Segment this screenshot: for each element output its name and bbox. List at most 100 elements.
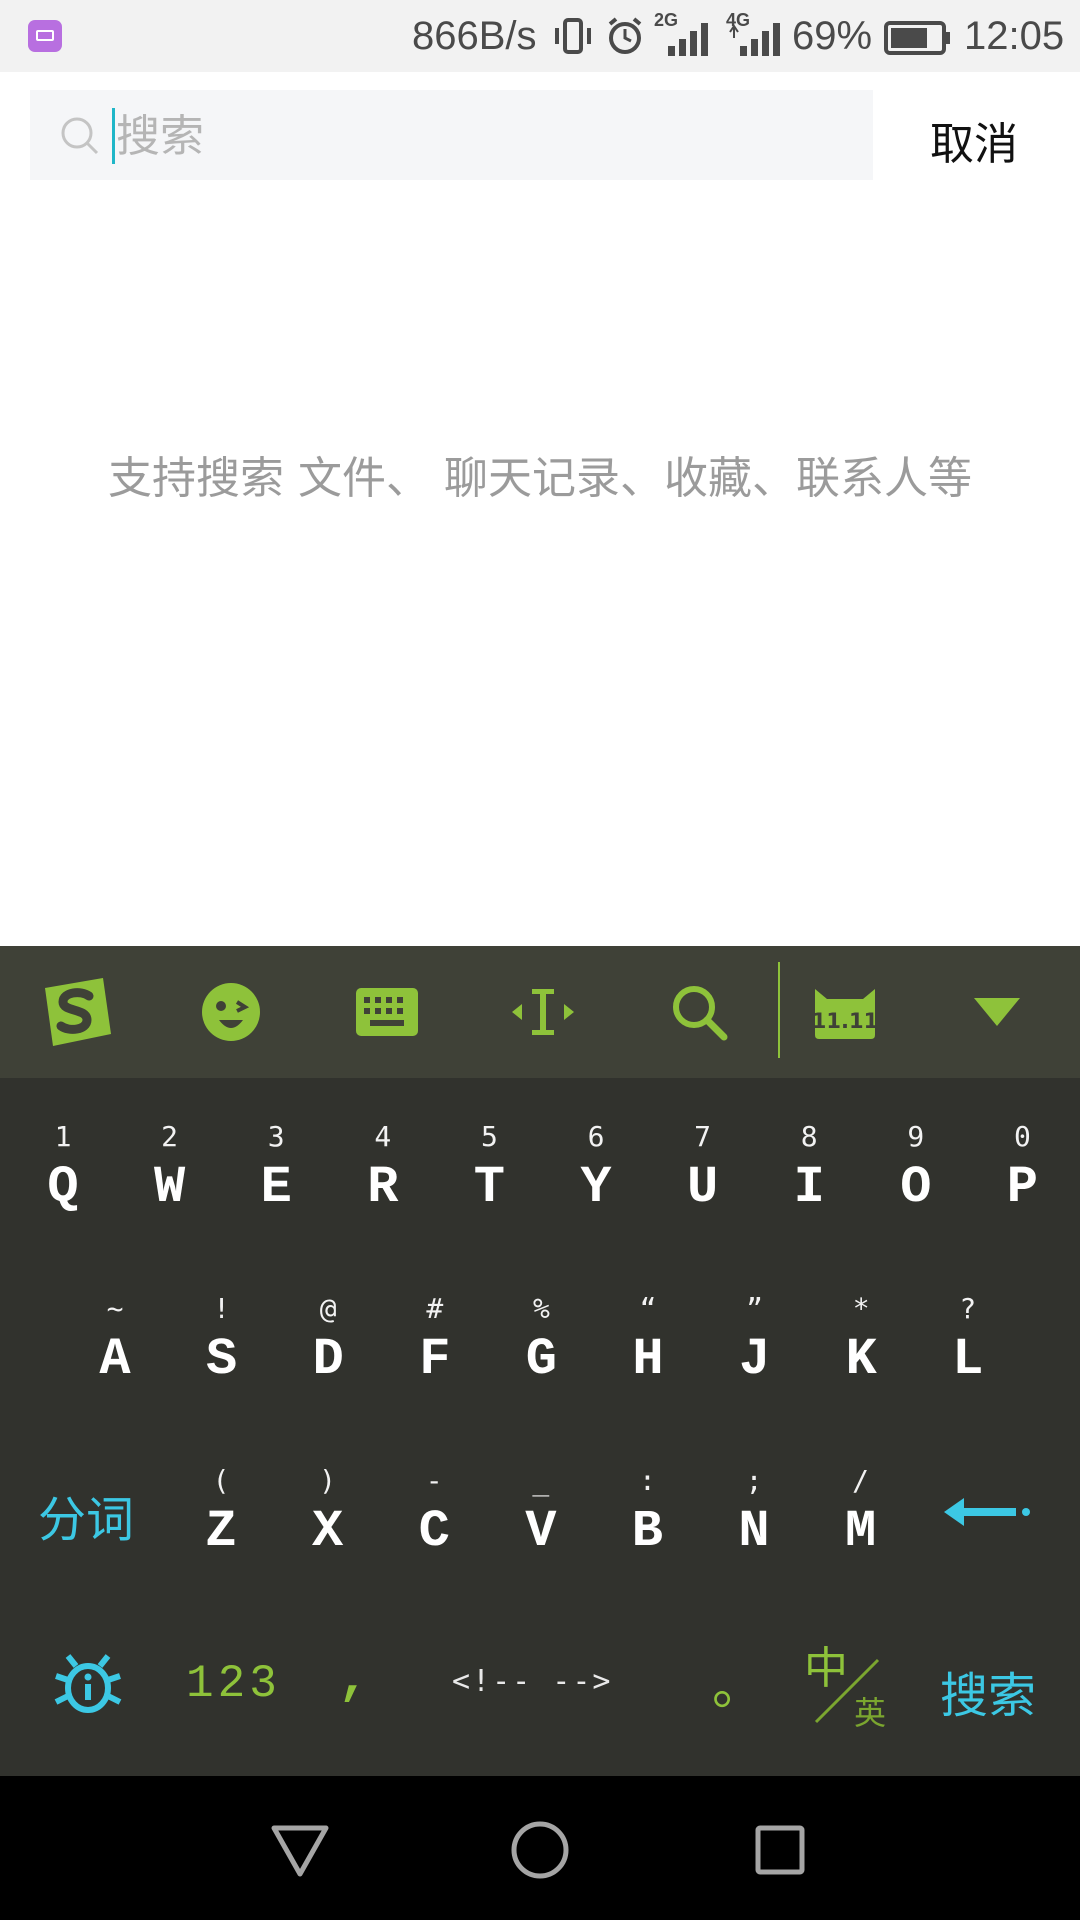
key-primary-label: T xyxy=(473,1158,505,1217)
status-bar: 866B/s 2G 4G 69% 12:05 xyxy=(0,0,1080,72)
search-key[interactable]: 搜索 xyxy=(940,1656,1036,1726)
key-y[interactable]: 6Y xyxy=(548,1094,644,1244)
keyboard-icon[interactable] xyxy=(342,970,432,1054)
text-cursor xyxy=(112,108,115,164)
key-o[interactable]: 9O xyxy=(868,1094,964,1244)
key-e[interactable]: 3E xyxy=(228,1094,324,1244)
emoji-icon[interactable] xyxy=(186,970,276,1054)
key-secondary-label: “ xyxy=(639,1292,657,1325)
key-k[interactable]: * K xyxy=(813,1266,909,1416)
key-m[interactable]: / M xyxy=(813,1438,909,1588)
key-f[interactable]: # F xyxy=(387,1266,483,1416)
key-primary-label: O xyxy=(900,1158,932,1217)
key-primary-label: Q xyxy=(47,1158,79,1217)
key-u[interactable]: 7U xyxy=(655,1094,751,1244)
key-g[interactable]: % G xyxy=(493,1266,589,1416)
lang-secondary: 英 xyxy=(854,1694,887,1732)
key-primary-label: D xyxy=(312,1330,344,1389)
numbers-key[interactable]: 123 xyxy=(186,1658,281,1710)
key-d[interactable]: @ D xyxy=(280,1266,376,1416)
search-icon[interactable] xyxy=(654,970,744,1054)
segment-key[interactable]: 分词 xyxy=(38,1480,134,1550)
key-primary-label: C xyxy=(418,1502,450,1561)
key-secondary-label: ! xyxy=(213,1292,231,1325)
key-secondary-label: ? xyxy=(959,1292,977,1325)
backspace-icon[interactable] xyxy=(944,1492,1030,1532)
keyboard-app-icon xyxy=(28,20,62,52)
period-key[interactable]: 。 xyxy=(712,1644,764,1719)
key-secondary-label: 1 xyxy=(54,1120,72,1153)
key-primary-label: H xyxy=(632,1330,664,1389)
key-z[interactable]: (Z xyxy=(173,1438,269,1588)
key-primary-label: P xyxy=(1006,1158,1038,1217)
double11-icon[interactable]: 11.11 xyxy=(800,970,890,1054)
key-primary-label: M xyxy=(844,1502,877,1561)
key-primary-label: E xyxy=(260,1158,292,1217)
key-secondary-label: @ xyxy=(319,1292,337,1325)
key-secondary-label: _ xyxy=(532,1464,550,1497)
key-secondary-label: 7 xyxy=(694,1120,712,1153)
key-primary-label: Y xyxy=(580,1158,612,1217)
key-primary-label: F xyxy=(419,1330,451,1389)
collapse-icon[interactable] xyxy=(952,970,1042,1054)
language-switch-key[interactable]: 中 英 xyxy=(800,1632,890,1732)
svg-text:11.11: 11.11 xyxy=(813,1009,877,1033)
toolbar-divider xyxy=(778,962,780,1058)
key-s[interactable]: ! S xyxy=(174,1266,270,1416)
key-q[interactable]: 1Q xyxy=(15,1094,111,1244)
key-primary-label: S xyxy=(205,1330,238,1389)
key-c[interactable]: -C xyxy=(386,1438,482,1588)
key-secondary-label: 3 xyxy=(267,1120,285,1153)
search-input[interactable] xyxy=(116,96,856,176)
recents-icon[interactable] xyxy=(750,1820,810,1880)
key-primary-label: R xyxy=(367,1158,399,1217)
key-v[interactable]: _ V xyxy=(493,1438,589,1588)
key-t[interactable]: 5T xyxy=(441,1094,537,1244)
key-secondary-label: % xyxy=(532,1292,550,1325)
key-secondary-label: - xyxy=(425,1464,443,1497)
search-icon xyxy=(61,117,99,155)
key-i[interactable]: 8I xyxy=(761,1094,857,1244)
bug-icon[interactable] xyxy=(54,1652,122,1716)
space-key[interactable]: <!-- --> xyxy=(452,1664,613,1699)
key-secondary-label: 4 xyxy=(374,1120,392,1153)
cursor-move-icon[interactable] xyxy=(498,970,588,1054)
key-secondary-label: 5 xyxy=(480,1120,498,1153)
key-primary-label: K xyxy=(845,1330,877,1389)
vibrate-icon xyxy=(555,18,591,54)
key-b[interactable]: :B xyxy=(599,1438,695,1588)
key-primary-label: Z xyxy=(205,1502,237,1561)
key-a[interactable]: ~ A xyxy=(67,1266,163,1416)
key-r[interactable]: 4R xyxy=(335,1094,431,1244)
key-secondary-label: ; xyxy=(745,1464,763,1497)
key-primary-label: V xyxy=(525,1502,557,1561)
key-n[interactable]: ; N xyxy=(706,1438,802,1588)
key-p[interactable]: 0P xyxy=(974,1094,1070,1244)
network-speed: 866B/s xyxy=(412,14,537,58)
key-secondary-label: 8 xyxy=(800,1120,818,1153)
home-icon[interactable] xyxy=(510,1820,570,1880)
key-j[interactable]: ” J xyxy=(707,1266,803,1416)
key-secondary-label: ” xyxy=(746,1292,764,1325)
key-h[interactable]: “H xyxy=(600,1266,696,1416)
sogou-logo-icon[interactable] xyxy=(32,970,122,1054)
key-secondary-label: ~ xyxy=(106,1292,124,1325)
key-secondary-label: ( xyxy=(212,1464,230,1497)
comma-key[interactable]: , xyxy=(338,1650,369,1709)
clock: 12:05 xyxy=(964,14,1065,58)
key-secondary-label: 2 xyxy=(161,1120,179,1153)
search-hint-text: 支持搜索 文件、 聊天记录、收藏、联系人等 xyxy=(108,453,972,504)
key-x[interactable]: ) X xyxy=(280,1438,376,1588)
key-secondary-label: # xyxy=(426,1292,444,1325)
signal-icon xyxy=(668,23,708,56)
key-primary-label: G xyxy=(525,1330,557,1389)
key-l[interactable]: ? L xyxy=(920,1266,1016,1416)
key-secondary-label: 0 xyxy=(1013,1120,1031,1153)
cancel-button[interactable]: 取消 xyxy=(930,108,1018,172)
back-icon[interactable] xyxy=(270,1820,330,1880)
battery-icon xyxy=(884,21,950,55)
key-w[interactable]: 2W xyxy=(122,1094,218,1244)
alarm-icon xyxy=(608,17,642,54)
signal-icon-2 xyxy=(729,23,780,56)
key-primary-label: L xyxy=(952,1330,984,1389)
